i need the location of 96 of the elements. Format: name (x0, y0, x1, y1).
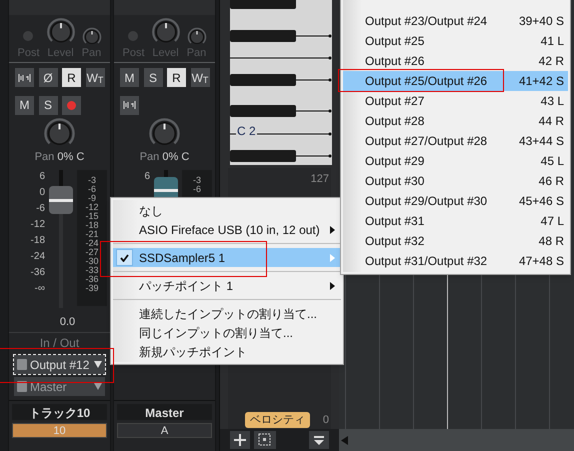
fader-scale-label: -36 (30, 268, 45, 278)
in-out-label: In / Out (40, 335, 80, 352)
velocity-max-label: 127 (310, 172, 330, 187)
select-tool-button[interactable] (254, 431, 276, 449)
pan-value: 0% C (57, 151, 84, 163)
channel-icon (17, 359, 27, 370)
strip-toggle-button[interactable]: W$_{T}$ (86, 68, 104, 87)
menu-item[interactable]: Output #27/Output #28 43+44 S (343, 131, 568, 151)
meter-scale-label: -27 (85, 248, 98, 257)
velocity-min-label: 0 (322, 412, 329, 428)
meter-scale-label: -12 (85, 203, 98, 212)
scroll-left-icon[interactable] (341, 436, 348, 444)
menu-item[interactable]: Output #27 43 L (343, 91, 568, 111)
plus-icon (234, 434, 246, 446)
fader-scale-label: 6 (144, 172, 150, 182)
fader-scale-label: -6 (36, 204, 45, 214)
selection-frame-icon (258, 433, 272, 447)
waveform-icon (123, 101, 136, 109)
menu-item[interactable]: Output #29 45 L (343, 151, 568, 171)
strip-toggle-button[interactable]: M (120, 68, 139, 87)
meter-scale-label: -33 (85, 266, 98, 275)
strip-toggle-button[interactable]: R (167, 68, 186, 87)
menu-item[interactable]: Output #28 44 R (343, 111, 568, 131)
meter-scale-label: -6 (192, 185, 201, 194)
output-dropdown[interactable]: Output #12 (14, 355, 105, 374)
track-number: A (117, 423, 212, 438)
record-button[interactable] (62, 96, 81, 114)
pan-label: Pan (140, 151, 160, 163)
pan-knob[interactable] (82, 27, 102, 47)
menu-item[interactable]: Output #25 41 L (343, 31, 568, 51)
monitor-button[interactable] (15, 68, 34, 87)
fader-scale-label: -12 (30, 220, 45, 230)
menu-item[interactable]: Output #29/Output #30 45+46 S (343, 191, 568, 211)
track-name: トラック10 (12, 404, 107, 420)
meter-scale-label: -39 (85, 284, 98, 293)
checkmark-icon (116, 249, 133, 266)
dropdown-icon (314, 436, 324, 444)
waveform-icon (18, 74, 31, 82)
fader-value: 0.0 (60, 315, 76, 329)
menu-item[interactable]: 新規パッチポイント (113, 342, 341, 361)
pan-knob[interactable] (186, 27, 206, 47)
master-dropdown[interactable]: Master (14, 377, 105, 396)
menu-item[interactable]: なし (113, 201, 341, 220)
meter-scale-label: -18 (85, 221, 98, 230)
menu-item[interactable]: Output #25/Output #26 41+42 S (343, 71, 568, 91)
menu-item[interactable]: パッチポイント 1 (113, 276, 341, 295)
menu-item[interactable]: ASIO Fireface USB (10 in, 12 out) (113, 220, 341, 239)
meter-scale-label: -36 (85, 275, 98, 284)
meter-scale-label: -6 (88, 185, 96, 194)
menu-item[interactable]: Output #31 47 L (343, 211, 568, 231)
strip-toggle-button[interactable]: S (38, 96, 58, 114)
menu-item[interactable]: 同じインプットの割り当て... (113, 323, 341, 342)
post-toggle[interactable] (23, 31, 34, 41)
note-label: C 2 (236, 124, 257, 138)
post-toggle[interactable] (128, 31, 138, 41)
meter-scale-label: -24 (85, 239, 98, 248)
strip-toggle-button[interactable]: W$_{T}$ (190, 68, 210, 87)
submenu-arrow-icon (330, 226, 335, 234)
fader-scale-label: -∞ (34, 284, 45, 294)
menu-item[interactable]: Output #23/Output #24 39+40 S (343, 11, 568, 31)
fader-scale-label: -18 (30, 236, 45, 246)
strip-toggle-button[interactable]: M (15, 96, 34, 114)
dropdown-arrow-icon (94, 361, 102, 368)
fader-handle[interactable] (49, 186, 73, 214)
menu-item[interactable]: Output #26 42 R (343, 51, 568, 71)
menu-item[interactable]: Output #31/Output #32 47+48 S (343, 251, 568, 271)
monitor-button[interactable] (120, 96, 139, 114)
pan-value: 0% C (162, 151, 190, 163)
record-icon (67, 100, 76, 110)
meter-scale-label: -9 (88, 194, 96, 203)
meter-scale-label: -3 (192, 176, 201, 185)
meter-scale-label: -15 (85, 212, 98, 221)
meter-scale-label: -21 (85, 230, 98, 239)
strip-toggle-button[interactable]: S (144, 68, 162, 87)
dropdown-arrow-icon (94, 383, 102, 390)
meter-scale-label: -3 (88, 176, 96, 185)
add-button[interactable] (230, 431, 250, 449)
menu-item[interactable]: Output #32 48 R (343, 231, 568, 251)
channel-icon (17, 381, 27, 392)
strip-toggle-button[interactable]: R (62, 68, 81, 87)
fader-scale-label: -24 (30, 252, 45, 262)
meter-scale-label: -30 (85, 257, 98, 266)
menu-item[interactable]: Output #30 46 R (343, 171, 568, 191)
fader-scale-label: 6 (39, 172, 45, 182)
fader-scale-label: 0 (39, 188, 45, 198)
velocity-tag: ベロシティ (245, 412, 310, 428)
track-name: Master (117, 404, 212, 420)
menu-button[interactable] (309, 431, 329, 449)
track-number: 10 (12, 423, 107, 438)
menu-item[interactable]: SSDSampler5 1 (113, 248, 341, 267)
submenu-arrow-icon (330, 254, 335, 262)
strip-toggle-button[interactable]: Ø (38, 68, 58, 87)
piano-keyboard-drawing[interactable] (230, 0, 332, 165)
submenu-arrow-icon (330, 282, 335, 290)
menu-item[interactable]: 連続したインプットの割り当て... (113, 304, 341, 323)
pan-label: Pan (34, 151, 54, 163)
